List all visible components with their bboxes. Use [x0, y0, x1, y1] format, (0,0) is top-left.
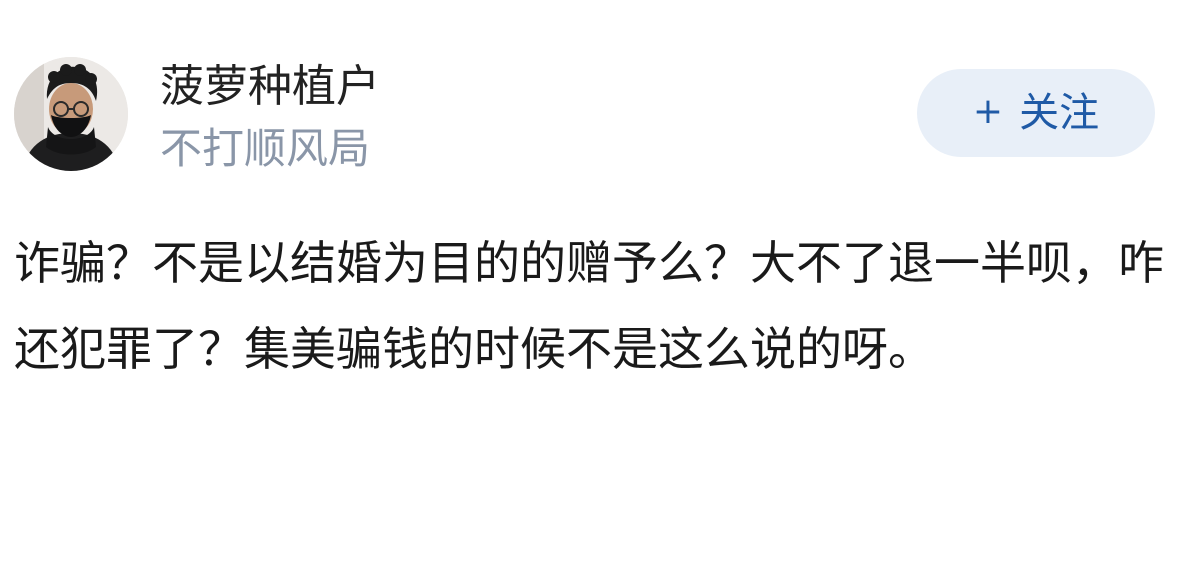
- post-body: 诈骗？不是以结婚为目的的赠予么？大不了退一半呗，咋还犯罪了？集美骗钱的时候不是这…: [14, 236, 1164, 376]
- author-subtitle: 不打顺风局: [160, 124, 371, 173]
- plus-icon: +: [972, 91, 1004, 132]
- follow-button[interactable]: + 关注: [917, 69, 1155, 157]
- avatar[interactable]: [14, 57, 128, 171]
- follow-label: 关注: [1019, 90, 1100, 136]
- avatar-image: [14, 57, 128, 171]
- author-name[interactable]: 菠萝种植户: [160, 58, 380, 116]
